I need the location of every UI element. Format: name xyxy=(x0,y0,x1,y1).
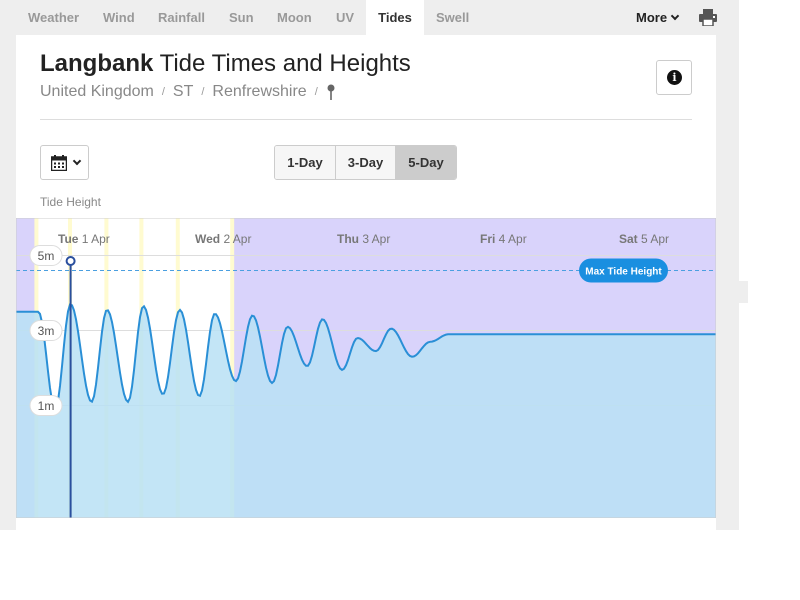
breadcrumb-region[interactable]: ST xyxy=(173,83,193,101)
map-pin-icon[interactable] xyxy=(326,84,336,100)
top-nav: Weather Wind Rainfall Sun Moon UV Tides … xyxy=(0,0,739,35)
breadcrumb-separator: / xyxy=(314,86,318,98)
tab-wind[interactable]: Wind xyxy=(103,0,135,35)
tab-swell[interactable]: Swell xyxy=(436,0,469,35)
day-weekday: Thu xyxy=(337,232,362,246)
day-date: 3 Apr xyxy=(362,232,390,246)
breadcrumb-country[interactable]: United Kingdom xyxy=(40,83,154,101)
printer-icon[interactable] xyxy=(699,9,717,26)
breadcrumb: United Kingdom / ST / Renfrewshire / xyxy=(40,83,336,101)
breadcrumb-separator: / xyxy=(201,86,205,98)
day-label: Wed 2 Apr xyxy=(195,232,251,246)
tab-rainfall[interactable]: Rainfall xyxy=(158,0,205,35)
y-tick-label: 3m xyxy=(38,324,55,338)
day-date: 2 Apr xyxy=(223,232,251,246)
more-menu-button[interactable]: More xyxy=(636,0,680,35)
day-weekday: Tue xyxy=(58,232,82,246)
day-label: Tue 1 Apr xyxy=(58,232,110,246)
day-date: 4 Apr xyxy=(499,232,527,246)
range-5-day-button[interactable]: 5-Day xyxy=(396,146,456,179)
tide-chart[interactable]: 5m 3m 1m Max Tide Height Tue 1 Apr Wed 2 Apr T… xyxy=(16,218,716,518)
page-gutter-left xyxy=(0,35,16,530)
tab-weather[interactable]: Weather xyxy=(28,0,79,35)
chevron-down-icon xyxy=(670,11,680,21)
chevron-down-icon xyxy=(72,156,82,166)
range-1-day-button[interactable]: 1-Day xyxy=(275,146,336,179)
more-label: More xyxy=(636,10,668,25)
max-tide-label: Max Tide Height xyxy=(585,267,662,278)
tab-uv[interactable]: UV xyxy=(336,0,354,35)
side-tab xyxy=(739,281,748,303)
day-label: Sat 5 Apr xyxy=(619,232,669,246)
y-tick-label: 5m xyxy=(38,249,55,263)
divider xyxy=(40,119,692,120)
day-date: 1 Apr xyxy=(82,232,110,246)
y-tick-label: 1m xyxy=(38,399,55,413)
page-gutter-right xyxy=(716,35,739,530)
location-name: Langbank xyxy=(40,50,154,77)
breadcrumb-county[interactable]: Renfrewshire xyxy=(212,83,306,101)
breadcrumb-separator: / xyxy=(161,86,165,98)
range-3-day-button[interactable]: 3-Day xyxy=(336,146,396,179)
tab-tides[interactable]: Tides xyxy=(366,0,424,35)
tab-moon[interactable]: Moon xyxy=(277,0,312,35)
day-date: 5 Apr xyxy=(641,232,669,246)
range-selector: 1-Day 3-Day 5-Day xyxy=(274,145,457,180)
title-text: Tide Times and Heights xyxy=(159,50,411,77)
calendar-icon xyxy=(51,155,67,171)
day-weekday: Fri xyxy=(480,232,499,246)
tab-sun[interactable]: Sun xyxy=(229,0,254,35)
info-icon: i xyxy=(667,70,682,85)
day-label: Fri 4 Apr xyxy=(480,232,527,246)
page-title: Langbank Tide Times and Heights xyxy=(40,50,411,78)
info-button[interactable]: i xyxy=(656,60,692,95)
chart-y-label: Tide Height xyxy=(40,195,101,209)
now-marker-dot xyxy=(65,256,76,266)
day-weekday: Sat xyxy=(619,232,641,246)
day-weekday: Wed xyxy=(195,232,223,246)
page: Weather Wind Rainfall Sun Moon UV Tides … xyxy=(0,0,800,600)
calendar-button[interactable] xyxy=(40,145,89,180)
day-label: Thu 3 Apr xyxy=(337,232,390,246)
